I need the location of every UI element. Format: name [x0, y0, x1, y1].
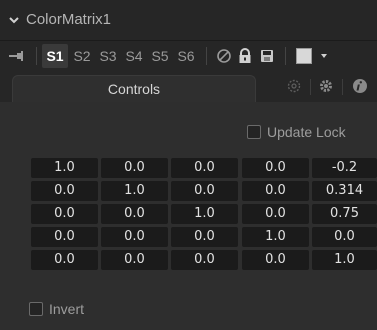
modifiers-icon[interactable] [286, 78, 302, 94]
node-title: ColorMatrix1 [26, 11, 112, 28]
matrix-cell-r2-c2[interactable]: 1.0 [101, 181, 168, 201]
save-icon[interactable] [258, 47, 276, 65]
caret-down-icon[interactable] [319, 51, 329, 61]
matrix-cell-r2-c3[interactable]: 0.0 [171, 181, 238, 201]
matrix-cell-r3-c1[interactable]: 0.0 [31, 204, 98, 224]
toolbar-divider [36, 47, 37, 65]
tab-divider [342, 79, 343, 95]
info-icon[interactable] [352, 78, 368, 94]
matrix-cell-r1-c1[interactable]: 1.0 [31, 158, 98, 178]
matrix-cell-r2-c1[interactable]: 0.0 [31, 181, 98, 201]
chevron-down-icon[interactable] [8, 14, 20, 26]
tab-bar: Controls [0, 70, 377, 102]
matrix-cell-r5-c1[interactable]: 0.0 [31, 250, 98, 270]
matrix-cell-r5-c5[interactable]: 1.0 [312, 250, 377, 270]
slot-button-s5[interactable]: S5 [148, 44, 172, 68]
toolbar-divider [206, 47, 207, 65]
matrix-cell-r3-c2[interactable]: 0.0 [101, 204, 168, 224]
matrix-cell-r2-c5[interactable]: 0.314 [312, 181, 377, 201]
invert-checkbox[interactable] [29, 302, 43, 316]
matrix-cell-r4-c1[interactable]: 0.0 [31, 227, 98, 247]
toolbar: S1 S2 S3 S4 S5 S6 [0, 40, 377, 70]
matrix-cell-r3-c5[interactable]: 0.75 [312, 204, 377, 224]
node-header: ColorMatrix1 [0, 0, 377, 40]
lock-icon[interactable] [236, 47, 254, 65]
settings-gear-icon[interactable] [318, 78, 334, 94]
slot-button-s6[interactable]: S6 [174, 44, 198, 68]
controls-panel: Update Lock 1.0 0.0 0.0 0.0 -0.2 0.0 1.0… [0, 102, 377, 330]
color-swatch[interactable] [296, 48, 312, 64]
matrix-cell-r1-c4[interactable]: 0.0 [242, 158, 309, 178]
invert-label: Invert [49, 301, 85, 317]
disable-icon[interactable] [215, 47, 233, 65]
matrix-cell-r5-c2[interactable]: 0.0 [101, 250, 168, 270]
matrix-cell-r1-c2[interactable]: 0.0 [101, 158, 168, 178]
slot-button-s4[interactable]: S4 [122, 44, 146, 68]
update-lock-label: Update Lock [267, 124, 346, 140]
matrix-cell-r2-c4[interactable]: 0.0 [242, 181, 309, 201]
slot-button-s2[interactable]: S2 [70, 44, 94, 68]
matrix-cell-r3-c4[interactable]: 0.0 [242, 204, 309, 224]
matrix-cell-r5-c4[interactable]: 0.0 [242, 250, 309, 270]
pin-icon[interactable] [8, 50, 24, 62]
matrix-cell-r1-c5[interactable]: -0.2 [312, 158, 377, 178]
tab-divider [310, 79, 311, 95]
slot-button-s1[interactable]: S1 [42, 44, 68, 68]
toolbar-divider [285, 47, 286, 65]
slot-button-s3[interactable]: S3 [96, 44, 120, 68]
tab-controls[interactable]: Controls [12, 75, 256, 102]
matrix-cell-r3-c3[interactable]: 1.0 [171, 204, 238, 224]
matrix-cell-r4-c5[interactable]: 0.0 [312, 227, 377, 247]
matrix-cell-r5-c3[interactable]: 0.0 [171, 250, 238, 270]
matrix-cell-r4-c4[interactable]: 1.0 [242, 227, 309, 247]
update-lock-checkbox[interactable] [247, 125, 261, 139]
matrix-cell-r1-c3[interactable]: 0.0 [171, 158, 238, 178]
matrix-cell-r4-c2[interactable]: 0.0 [101, 227, 168, 247]
matrix-cell-r4-c3[interactable]: 0.0 [171, 227, 238, 247]
